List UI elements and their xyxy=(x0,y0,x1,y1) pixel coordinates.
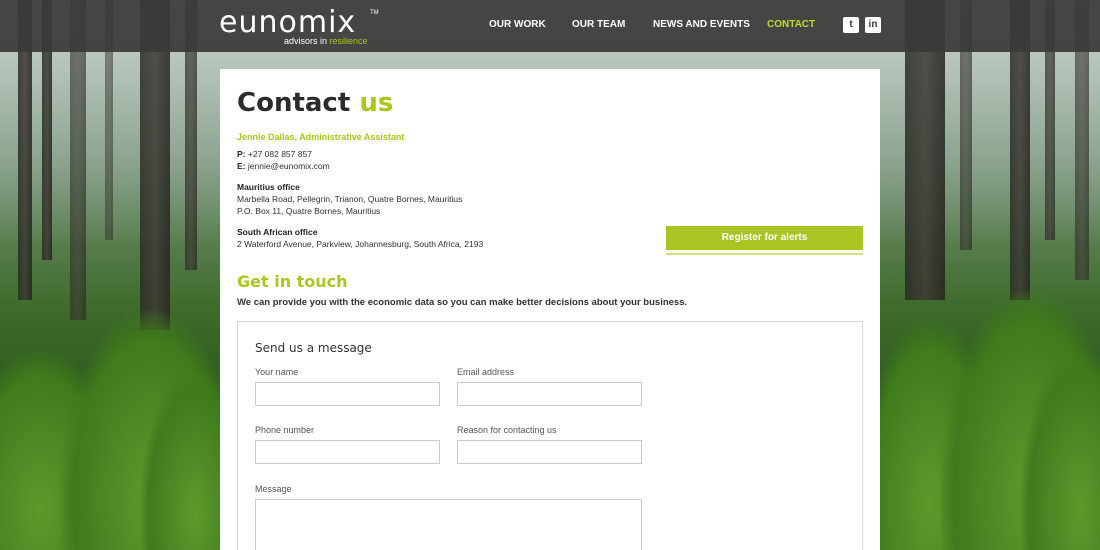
page-title-accent: us xyxy=(359,88,394,118)
register-button-underline xyxy=(666,253,863,255)
logo-wordmark: eunomix xyxy=(219,5,357,40)
nav-contact[interactable]: CONTACT xyxy=(767,19,815,33)
name-label: Your name xyxy=(255,367,299,377)
name-field[interactable] xyxy=(255,382,440,406)
office-name: Mauritius office xyxy=(237,182,300,192)
page-title-main: Contact xyxy=(237,88,351,118)
linkedin-icon[interactable]: in xyxy=(865,17,881,33)
intro-text: We can provide you with the economic dat… xyxy=(237,297,688,308)
email-line: E: jennie@eunomix.com xyxy=(237,161,330,171)
message-field[interactable] xyxy=(255,499,642,550)
contact-person: Jennie Dallas, Administrative Assistant xyxy=(237,132,405,142)
email-label: E: xyxy=(237,161,246,171)
register-for-alerts-button[interactable]: Register for alerts xyxy=(666,226,863,250)
contact-panel: Contact us Jennie Dallas, Administrative… xyxy=(220,69,880,550)
logo-tagline: advisors in resilience xyxy=(284,36,368,46)
office-address-line: P.O. Box 11, Quatre Bornes, Mauritius xyxy=(237,206,381,216)
page-title: Contact us xyxy=(237,88,393,118)
eunomix-logo[interactable]: eunomix TM advisors in resilience xyxy=(219,8,379,48)
office-name: South African office xyxy=(237,227,318,237)
form-title: Send us a message xyxy=(255,341,372,355)
phone-line: P: +27 082 857 857 xyxy=(237,149,312,159)
tagline-accent: resilience xyxy=(329,36,368,46)
reason-field[interactable] xyxy=(457,440,642,464)
nav-our-team[interactable]: OUR TEAM xyxy=(572,19,625,33)
contact-form: Send us a message Your name Email addres… xyxy=(237,321,863,550)
twitter-icon[interactable]: t xyxy=(843,17,859,33)
office-address-line: 2 Waterford Avenue, Parkview, Johannesbu… xyxy=(237,239,484,249)
reason-label: Reason for contacting us xyxy=(457,425,557,435)
email-value[interactable]: jennie@eunomix.com xyxy=(248,161,330,171)
tagline-prefix: advisors in xyxy=(284,36,328,46)
get-in-touch-heading: Get in touch xyxy=(237,272,348,291)
phone-label: Phone number xyxy=(255,425,315,435)
email-label: Email address xyxy=(457,367,515,377)
phone-value[interactable]: +27 082 857 857 xyxy=(248,149,312,159)
message-label: Message xyxy=(255,484,292,494)
nav-our-work[interactable]: OUR WORK xyxy=(489,19,546,33)
nav-news-and-events[interactable]: NEWS AND EVENTS xyxy=(653,19,750,33)
phone-label: P: xyxy=(237,149,246,159)
phone-field[interactable] xyxy=(255,440,440,464)
site-header: eunomix TM advisors in resilience OUR WO… xyxy=(0,0,1100,52)
office-address-line: Marbella Road, Pellegrin, Trianon, Quatr… xyxy=(237,194,463,204)
email-field[interactable] xyxy=(457,382,642,406)
logo-trademark: TM xyxy=(370,10,379,16)
